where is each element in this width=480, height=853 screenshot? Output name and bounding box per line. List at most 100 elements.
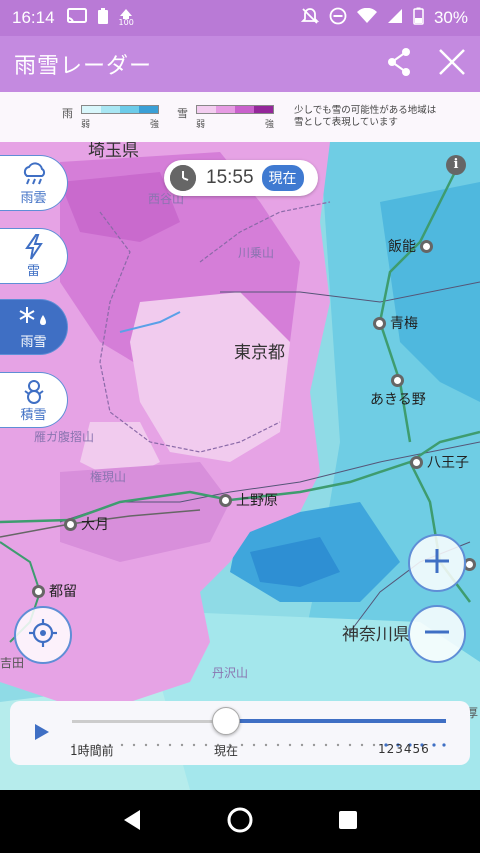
rain-color-step (120, 105, 139, 113)
zoom-out-button[interactable] (408, 605, 466, 663)
lightning-icon (24, 233, 44, 260)
rain-legend: 雨 弱 強 (62, 104, 159, 130)
layer-rain-cloud-button[interactable]: 雨雲 (0, 155, 68, 211)
status-bar: 16:14 100 30% (0, 0, 480, 36)
screen: 16:14 100 30% 雨雪レーダー 雨 弱 強 雪 弱 強 少しでも雪の可… (0, 0, 480, 853)
place-uenohara[interactable]: 上野原 (219, 490, 278, 510)
legend-note-line1: 少しでも雪の可能性がある地域は (294, 105, 437, 116)
current-time-chip: 15:55 現在 (164, 160, 318, 196)
data-speed-text: 100 (118, 18, 134, 27)
close-icon[interactable] (438, 48, 466, 80)
now-badge: 現在 (261, 165, 304, 191)
place-name: 飯能 (388, 239, 416, 255)
place-tsuru[interactable]: 都留 (32, 581, 77, 601)
rain-weak-label: 弱 (81, 119, 91, 130)
rain-strong-label: 強 (149, 119, 159, 130)
peak-label: 丹沢山 (212, 666, 249, 680)
rain-color-bar (81, 104, 159, 114)
minus-icon (423, 618, 451, 650)
wifi-icon (356, 7, 377, 28)
snowflake-icon (17, 305, 51, 331)
share-icon[interactable] (386, 47, 412, 81)
place-marker (64, 517, 77, 531)
snowman-icon (21, 378, 47, 404)
map-time: 15:55 (206, 167, 254, 188)
place-name: あきる野 (370, 392, 426, 408)
rain-color-step (101, 105, 120, 113)
legend-note: 少しでも雪の可能性がある地域は 雪として表現しています (294, 105, 436, 129)
place-marker (219, 493, 232, 507)
snow-color-step (235, 105, 254, 113)
home-icon[interactable] (226, 806, 254, 838)
battery-icon (413, 7, 424, 29)
layer-snow-label: 雨雪 (20, 334, 47, 350)
place-akiruno[interactable]: あきる野 (370, 374, 426, 409)
zoom-in-button[interactable] (408, 534, 466, 592)
time-slider-knob[interactable] (212, 707, 240, 735)
back-icon[interactable] (122, 809, 142, 835)
info-icon[interactable]: i (446, 155, 466, 175)
my-location-button[interactable] (14, 606, 72, 664)
layer-rain-cloud-label: 雨雲 (20, 190, 47, 206)
app-bar: 雨雪レーダー (0, 36, 480, 92)
snow-color-step (216, 105, 235, 113)
snow-legend: 雪 弱 強 (177, 104, 274, 130)
peak-label: 権現山 (90, 470, 127, 484)
place-hanno[interactable]: 飯能 (388, 236, 433, 256)
signal-icon (387, 8, 403, 28)
place-name: 八王子 (427, 455, 469, 471)
app-title: 雨雪レーダー (14, 54, 153, 79)
play-icon[interactable] (34, 723, 50, 745)
snow-color-bar (196, 104, 274, 114)
layer-thunder-button[interactable]: 雷 (0, 228, 68, 284)
peak-label: 雁ガ腹摺山 (34, 430, 95, 444)
place-name: 都留 (49, 584, 77, 600)
mute-icon (300, 7, 320, 29)
place-ome[interactable]: 青梅 (373, 313, 418, 333)
place-name: 青梅 (390, 316, 418, 332)
snow-legend-label: 雪 (177, 106, 188, 120)
cast-icon (66, 8, 87, 28)
snow-weak-label: 弱 (196, 119, 206, 130)
snow-strong-label: 強 (264, 119, 274, 130)
layer-snow-depth-button[interactable]: 積雪 (0, 372, 68, 428)
rain-color-step (139, 105, 158, 113)
slider-label-future: 123456 (378, 742, 430, 756)
rain-legend-label: 雨 (62, 106, 73, 120)
clock-icon (170, 165, 196, 191)
data-usage-icon: 100 (119, 9, 134, 27)
slider-label-past: 1時間前 (70, 744, 114, 758)
place-marker (410, 455, 423, 469)
place-hachioji[interactable]: 八王子 (410, 452, 469, 472)
snow-color-step (254, 105, 273, 113)
crosshair-icon (28, 618, 58, 652)
snow-color-step (197, 105, 216, 113)
peak-label: 川乗山 (238, 246, 275, 260)
slider-label-now: 現在 (214, 744, 239, 758)
time-slider-ticks (72, 732, 446, 747)
place-name: 大月 (81, 517, 109, 533)
place-marker (373, 316, 386, 330)
precipitation-legend: 雨 弱 強 雪 弱 強 少しでも雪の可能性がある地域は 雪として表現しています (0, 92, 480, 142)
place-marker (32, 584, 45, 598)
recents-icon[interactable] (338, 810, 358, 834)
time-slider-future-range (230, 719, 446, 723)
region-tokyo: 東京都 (234, 343, 285, 363)
time-slider-panel: 1時間前 現在 123456 (10, 701, 470, 765)
battery-percent: 30% (433, 8, 468, 27)
legend-note-line2: 雪として表現しています (294, 117, 398, 128)
region-saitama: 埼玉県 (88, 142, 139, 161)
region-kanagawa: 神奈川県 (342, 625, 410, 645)
battery-saver-icon (97, 7, 109, 29)
place-marker (420, 239, 433, 253)
place-otsuki[interactable]: 大月 (64, 514, 109, 534)
plus-icon (423, 547, 451, 579)
do-not-disturb-icon (329, 7, 347, 29)
status-time: 16:14 (12, 8, 55, 27)
place-name: 上野原 (236, 493, 278, 509)
layer-snow-button[interactable]: 雨雪 (0, 299, 68, 355)
place-marker (391, 374, 405, 387)
system-nav-bar (0, 790, 480, 853)
radar-map[interactable]: 埼玉県 東京都 神奈川県 西谷山 川乗山 雁ガ腹摺山 権現山 丹沢山 吉田 厚 … (0, 142, 480, 790)
rain-color-step (82, 105, 101, 113)
